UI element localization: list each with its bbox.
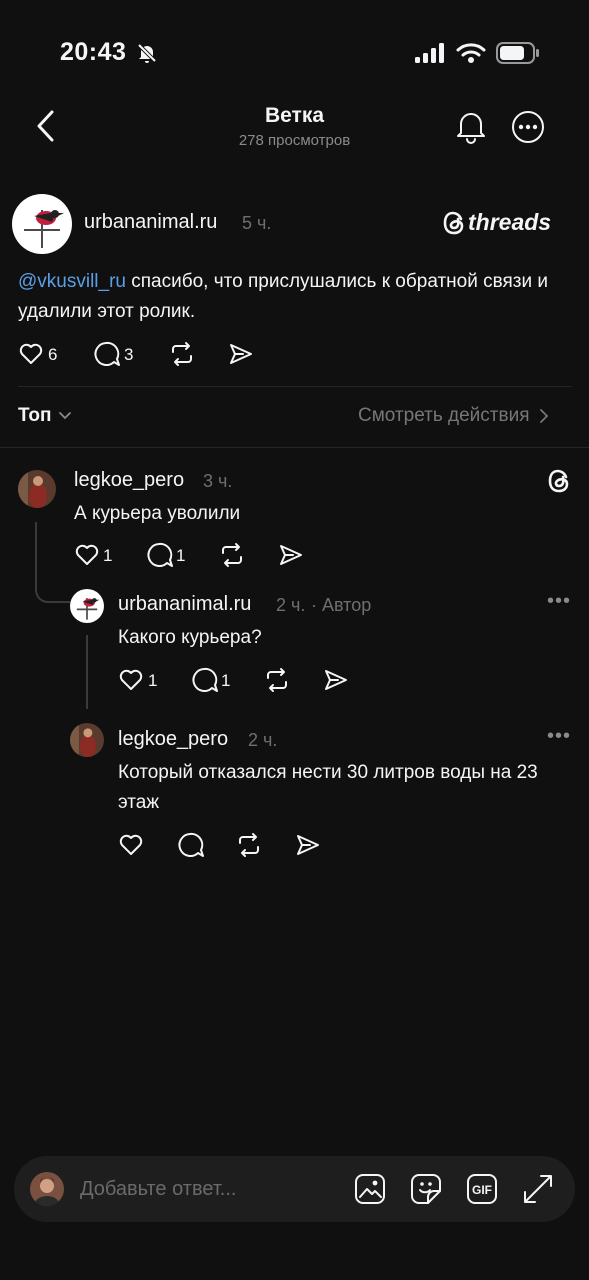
reply-time: 3 ч. xyxy=(203,471,233,491)
comment-icon[interactable] xyxy=(146,542,174,568)
avatar[interactable] xyxy=(70,589,104,623)
reply-input[interactable]: Добавьте ответ... xyxy=(80,1178,236,1201)
bell-muted-icon xyxy=(137,43,157,63)
page-title: Ветка xyxy=(264,104,325,127)
share-icon[interactable] xyxy=(228,342,254,366)
more-options-icon[interactable]: ••• xyxy=(547,590,571,613)
like-count: 6 xyxy=(48,345,58,364)
bird-logo-icon xyxy=(24,210,64,248)
user-photo-icon xyxy=(18,470,56,508)
repost-icon[interactable] xyxy=(219,542,245,568)
reply-count: 1 xyxy=(221,671,231,690)
post-text: @vkusvill_ru спасибо, что прислушались к… xyxy=(18,267,558,327)
like-count: 1 xyxy=(148,671,158,690)
cellular-signal-icon xyxy=(415,43,444,63)
avatar xyxy=(30,1172,64,1206)
divider xyxy=(18,386,572,387)
post-author[interactable]: urbananimal.ru xyxy=(84,211,217,234)
like-icon[interactable] xyxy=(118,668,144,692)
repost-icon[interactable] xyxy=(264,667,290,693)
avatar[interactable] xyxy=(12,194,72,254)
chevron-down-icon xyxy=(58,412,71,420)
like-icon[interactable] xyxy=(74,543,100,567)
comment-icon[interactable] xyxy=(93,341,121,367)
view-activity-link[interactable]: Смотреть действия xyxy=(358,405,549,427)
sort-label: Топ xyxy=(18,405,52,426)
threads-icon xyxy=(548,469,569,493)
image-icon[interactable] xyxy=(354,1173,386,1205)
post-time: 5 ч. xyxy=(242,213,272,233)
share-icon[interactable] xyxy=(278,543,304,567)
user-photo-icon xyxy=(30,1172,64,1206)
like-icon[interactable] xyxy=(18,342,44,366)
threads-icon xyxy=(443,211,464,234)
avatar[interactable] xyxy=(70,723,104,757)
repost-icon[interactable] xyxy=(236,832,262,858)
reply-count: 3 xyxy=(124,345,134,364)
comment-icon[interactable] xyxy=(177,832,205,858)
reply-time: 2 ч. xyxy=(248,730,278,750)
divider xyxy=(0,447,589,448)
comment-icon[interactable] xyxy=(191,667,219,693)
threads-wordmark: threads xyxy=(468,209,552,235)
reply-text: Какого курьера? xyxy=(118,627,262,648)
reply-count: 1 xyxy=(176,546,186,565)
thread-line xyxy=(35,522,70,603)
sort-dropdown[interactable]: Топ xyxy=(18,405,72,427)
reply-time: 2 ч. xyxy=(276,595,306,615)
like-count: 1 xyxy=(103,546,113,565)
bird-logo-icon xyxy=(76,598,100,620)
author-tag: · Автор xyxy=(311,595,372,615)
repost-icon[interactable] xyxy=(169,341,195,367)
share-icon[interactable] xyxy=(323,668,349,692)
reply-author[interactable]: legkoe_pero xyxy=(74,469,184,492)
reply-composer[interactable]: Добавьте ответ... GIF xyxy=(14,1156,575,1222)
bell-icon[interactable] xyxy=(454,108,488,144)
more-options-icon[interactable]: ••• xyxy=(547,725,571,748)
svg-text:GIF: GIF xyxy=(472,1183,492,1197)
user-photo-icon xyxy=(70,723,104,757)
thread-line xyxy=(86,635,88,709)
reply-text: Который отказался нести 30 литров воды н… xyxy=(118,762,538,813)
views-count: 278 просмотров xyxy=(238,132,351,149)
share-icon[interactable] xyxy=(295,833,321,857)
expand-icon[interactable] xyxy=(522,1173,554,1205)
reply-author[interactable]: legkoe_pero xyxy=(118,728,228,751)
status-time: 20:43 xyxy=(60,38,127,66)
like-icon[interactable] xyxy=(118,833,144,857)
chevron-right-icon xyxy=(540,409,549,423)
sticker-icon[interactable] xyxy=(410,1173,442,1205)
avatar[interactable] xyxy=(18,470,56,508)
reply-author[interactable]: urbananimal.ru xyxy=(118,593,251,616)
threads-logo: threads xyxy=(442,209,551,236)
view-activity-label: Смотреть действия xyxy=(358,405,530,426)
battery-icon xyxy=(496,42,539,64)
wifi-icon xyxy=(456,43,486,63)
mention-link[interactable]: @vkusvill_ru xyxy=(18,271,126,292)
more-options-icon[interactable] xyxy=(510,109,546,145)
gif-icon[interactable]: GIF xyxy=(466,1173,498,1205)
reply-text: А курьера уволили xyxy=(74,503,241,524)
